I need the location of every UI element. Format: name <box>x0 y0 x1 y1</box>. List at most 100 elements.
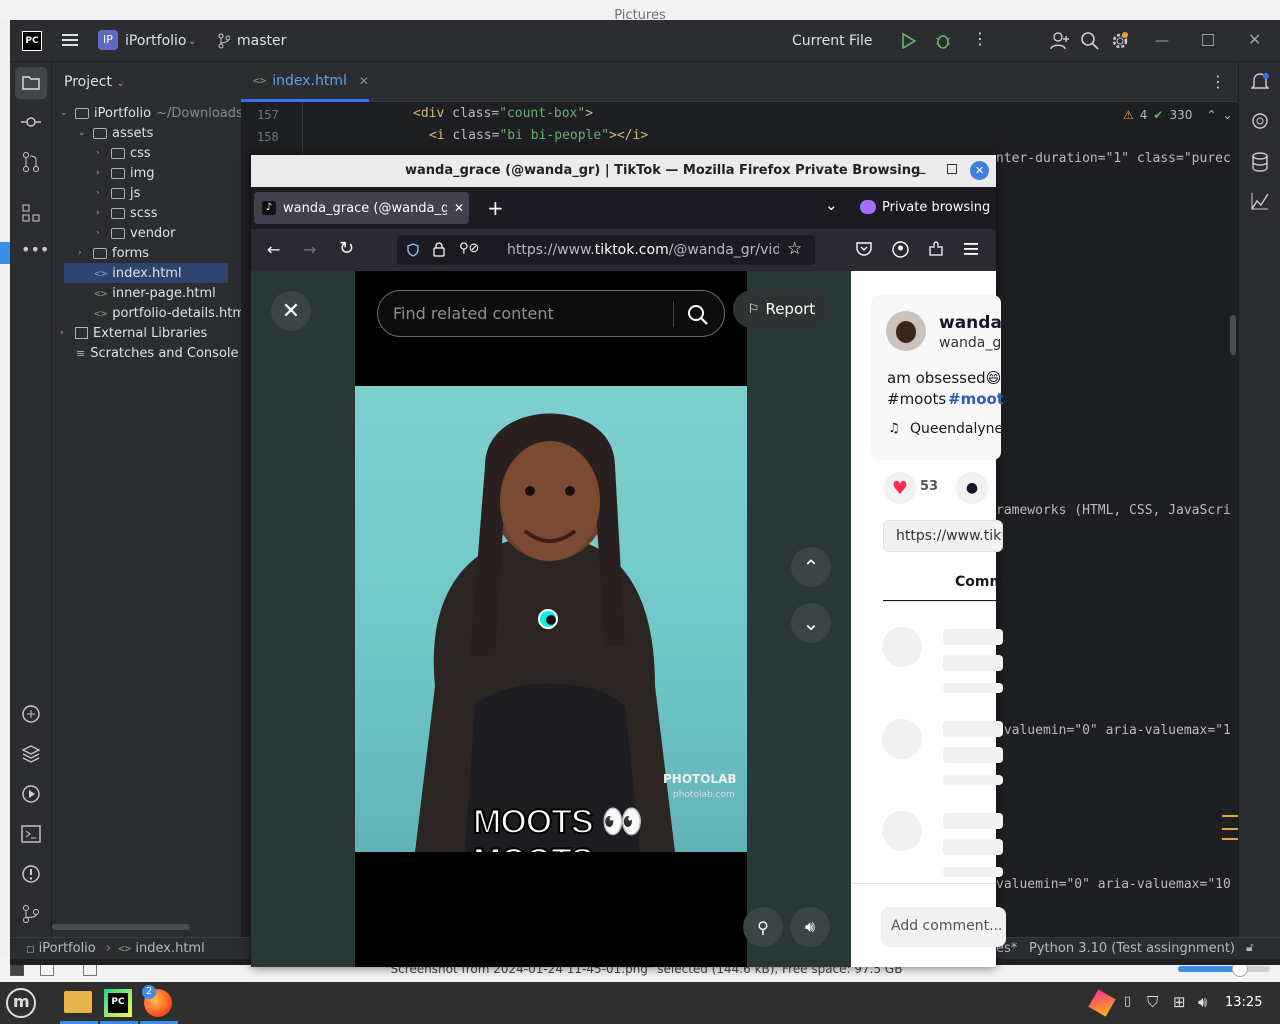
lock-icon[interactable] <box>433 242 445 257</box>
tracking-shield-icon[interactable] <box>407 243 419 257</box>
clipboard-icon[interactable]: ▯ <box>1124 994 1131 1009</box>
volume-button[interactable]: 🔊︎ <box>790 907 830 947</box>
search-icon[interactable] <box>688 305 708 325</box>
debug-icon[interactable] <box>935 32 951 50</box>
problems-icon[interactable] <box>21 864 41 884</box>
breadcrumb-file[interactable]: <> index.html <box>118 941 205 956</box>
project-panel-scrollbar[interactable] <box>52 924 190 930</box>
run-icon[interactable] <box>902 33 916 49</box>
search-icon[interactable] <box>1081 32 1099 50</box>
close-tab-icon[interactable]: ✕ <box>454 201 464 215</box>
copy-link-field[interactable]: https://www.tikt <box>883 520 1003 552</box>
sciview-icon[interactable] <box>1251 192 1269 210</box>
tab-options-icon[interactable]: ⋮ <box>1210 72 1226 91</box>
tree-item-css[interactable]: › css <box>96 143 151 163</box>
extensions-icon[interactable] <box>928 241 945 258</box>
git-icon[interactable] <box>21 904 41 924</box>
python-interpreter[interactable]: Python 3.10 (Test assingnment) <box>1029 941 1235 956</box>
terminal-icon[interactable] <box>21 824 41 844</box>
clock[interactable]: 13:25 <box>1225 995 1262 1010</box>
tree-item-forms[interactable]: › forms <box>78 243 149 263</box>
warning-marker[interactable] <box>1222 828 1238 840</box>
editor-tab-index-html[interactable]: <> index.html ✕ <box>241 62 369 102</box>
next-video-button[interactable]: ⌄ <box>791 603 831 643</box>
more-actions-icon[interactable]: ⋮ <box>972 29 988 48</box>
tree-item-iportfolio[interactable]: ⌄ iPortfolio ~/Downloads <box>60 103 243 123</box>
account-icon[interactable] <box>892 241 909 258</box>
taskbar-files[interactable] <box>60 982 98 1024</box>
more-tools-icon[interactable]: ••• <box>21 240 49 259</box>
minimize-icon[interactable]: — <box>1155 33 1169 49</box>
shield-icon[interactable]: ⛉ <box>1147 993 1158 1011</box>
lock-icon[interactable]: 🔓︎ <box>1246 940 1254 955</box>
avatar[interactable] <box>886 311 926 351</box>
structure-icon[interactable] <box>22 204 40 222</box>
close-icon[interactable]: ✕ <box>1248 30 1261 49</box>
hashtag-link[interactable]: #moot <box>948 390 1004 408</box>
close-icon[interactable]: ✕ <box>970 161 989 180</box>
previous-video-button[interactable]: ⌃ <box>791 547 831 587</box>
reload-icon[interactable]: ↻ <box>339 238 354 259</box>
jetbrains-toolbox-icon[interactable] <box>1088 989 1116 1017</box>
report-button[interactable]: ⚐ Report <box>733 290 830 328</box>
services-icon[interactable] <box>21 784 41 804</box>
new-tab-plus-icon[interactable]: + <box>487 196 504 220</box>
maximize-icon[interactable] <box>1202 34 1214 46</box>
permissions-icon[interactable]: ⚲⊘ <box>459 241 479 256</box>
taskbar-firefox[interactable]: 2 <box>140 982 178 1024</box>
add-user-icon[interactable] <box>1050 32 1070 50</box>
volume-icon[interactable]: 🔊︎ <box>1198 993 1207 1011</box>
network-icon[interactable]: ⊞ <box>1173 993 1186 1011</box>
tree-item-scratches[interactable]: ≡ Scratches and Console <box>76 343 239 363</box>
mint-menu-icon[interactable]: m <box>6 988 36 1018</box>
branch-switcher[interactable]: master <box>237 33 286 49</box>
warning-marker[interactable] <box>1222 815 1238 817</box>
zoom-slider[interactable] <box>1178 961 1270 977</box>
forward-arrow-icon[interactable]: → <box>303 240 316 259</box>
browser-tab-tiktok[interactable]: ♪ wanda_grace (@wanda_gr) ✕ <box>254 192 469 224</box>
list-all-tabs-chevron-icon[interactable]: ⌄ <box>825 196 838 214</box>
author-handle[interactable]: wanda_g <box>939 335 1001 351</box>
notifications-bell-icon[interactable] <box>1251 72 1269 92</box>
add-comment-input[interactable]: Add comment... <box>881 907 1006 947</box>
tree-item-portfolio-details[interactable]: <> portfolio-details.htm <box>94 303 245 323</box>
tree-item-js[interactable]: › js <box>96 183 140 203</box>
bookmark-star-icon[interactable]: ☆ <box>787 239 802 259</box>
find-related-search[interactable]: Find related content <box>377 290 725 337</box>
ai-assistant-icon[interactable] <box>1251 112 1269 130</box>
back-arrow-icon[interactable]: ← <box>267 240 280 259</box>
maximize-icon[interactable] <box>947 164 957 174</box>
tree-item-img[interactable]: › img <box>96 163 155 183</box>
chevron-down-icon[interactable]: ⌄ <box>1222 108 1232 122</box>
close-tab-icon[interactable]: ✕ <box>359 74 369 88</box>
close-video-button[interactable]: ✕ <box>271 291 311 331</box>
comments-tab[interactable]: Comm <box>955 574 1004 590</box>
chevron-up-icon[interactable]: ⌃ <box>1206 108 1216 122</box>
inspection-widget[interactable]: ⚠ 4 ✔ 330 ⌃ ⌄ <box>1123 108 1233 122</box>
tree-item-assets[interactable]: ⌄ assets <box>78 123 153 143</box>
python-console-icon[interactable] <box>21 704 41 724</box>
database-icon[interactable] <box>1251 152 1269 172</box>
python-packages-icon[interactable] <box>21 744 41 764</box>
floating-player-button[interactable]: ⚲ <box>743 907 783 947</box>
author-name[interactable]: wanda <box>939 313 1002 333</box>
run-config-selector[interactable]: Current File <box>792 33 872 49</box>
app-menu-icon[interactable] <box>964 243 978 255</box>
pull-requests-icon[interactable] <box>22 152 40 172</box>
comment-button[interactable]: ● <box>956 472 988 504</box>
like-button[interactable]: ♥ <box>884 472 916 504</box>
breadcrumb-project[interactable]: ▢ iPortfolio <box>26 941 96 956</box>
pocket-icon[interactable] <box>856 242 872 256</box>
settings-gear-icon[interactable] <box>1110 31 1130 51</box>
tree-item-index-html[interactable]: <> index.html <box>64 263 228 283</box>
tree-item-scss[interactable]: › scss <box>96 203 157 223</box>
minimize-icon[interactable]: _ <box>919 160 926 175</box>
url-text[interactable]: https://www.tiktok.com/@wanda_gr/video/ <box>507 242 779 258</box>
music-title[interactable]: Queendalyne <box>910 421 1003 437</box>
tree-item-external-libraries[interactable]: › External Libraries <box>60 323 207 343</box>
hashtag-link[interactable]: #moots <box>887 390 946 408</box>
project-switcher[interactable]: iPortfolio <box>125 33 186 49</box>
url-bar[interactable]: ⚲⊘ https://www.tiktok.com/@wanda_gr/vide… <box>397 235 815 265</box>
tree-item-inner-page[interactable]: <> inner-page.html <box>94 283 216 303</box>
project-panel-header[interactable]: Project ⌄ <box>64 74 125 90</box>
